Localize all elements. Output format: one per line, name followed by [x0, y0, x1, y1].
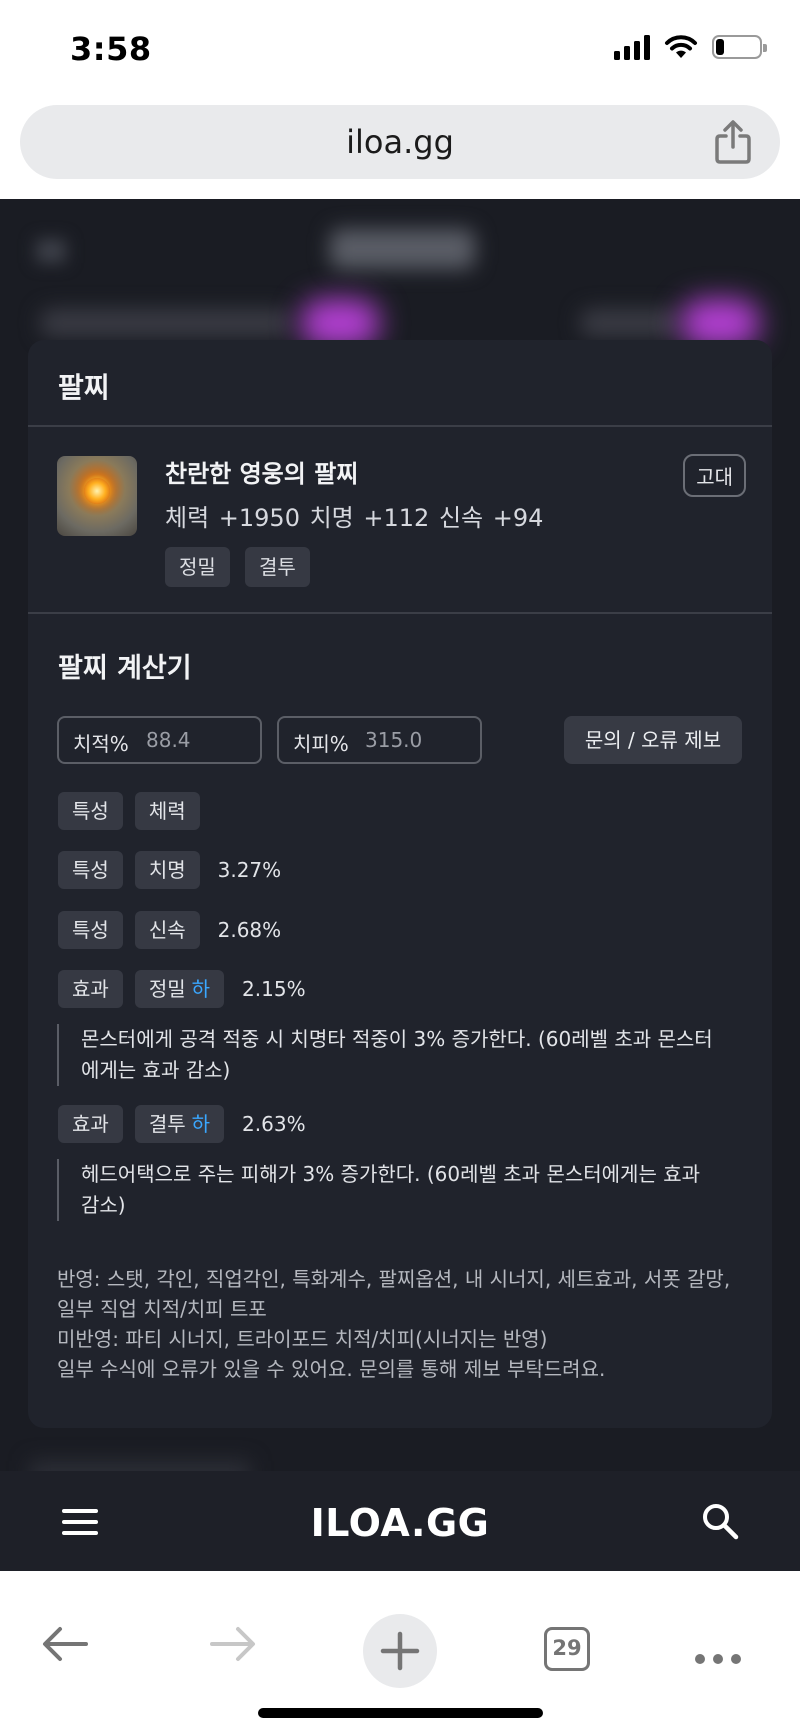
address-bar[interactable]: iloa.gg: [20, 105, 780, 179]
crit-damage-field[interactable]: 치피%: [277, 716, 482, 764]
blurred-back-icon: [36, 239, 66, 263]
effect-row: 효과 결투 하 2.63%: [58, 1105, 306, 1143]
divider: [28, 612, 772, 614]
new-tab-button[interactable]: [363, 1614, 437, 1688]
effect-name: 정밀: [148, 977, 186, 1001]
divider: [28, 425, 772, 427]
forward-button[interactable]: [203, 1614, 263, 1674]
status-icons: [614, 34, 767, 60]
bracelet-item-icon: [57, 456, 137, 536]
item-tag-precision: 정밀: [165, 547, 230, 587]
url-text: iloa.gg: [346, 123, 454, 161]
row-value: 2.68%: [217, 918, 282, 942]
back-icon: [43, 1627, 88, 1661]
stat-row: 특성 치명 3.27%: [58, 851, 281, 889]
crit-rate-input[interactable]: [146, 724, 241, 756]
home-indicator: [258, 1708, 543, 1718]
row-name-chip: 체력: [134, 792, 200, 830]
blurred-row: [40, 309, 290, 337]
share-icon[interactable]: [712, 119, 754, 165]
site-logo[interactable]: ILOA.GG: [0, 1501, 800, 1545]
row-value: 3.27%: [217, 858, 282, 882]
row-type-chip: 특성: [58, 851, 123, 889]
row-name-chip: 치명: [134, 851, 200, 889]
row-type-chip: 효과: [58, 1105, 123, 1143]
item-name: 찬란한 영웅의 팔찌: [165, 460, 359, 488]
crit-damage-label: 치피%: [293, 732, 349, 756]
row-type-chip: 효과: [58, 970, 123, 1008]
item-tag-duel: 결투: [245, 547, 310, 587]
crit-rate-field[interactable]: 치적%: [57, 716, 262, 764]
tabs-button[interactable]: 29: [544, 1627, 590, 1671]
status-time: 3:58: [70, 30, 152, 68]
footnote-not-applied: 미반영: 파티 시너지, 트라이포드 치적/치피(시너지는 반영): [57, 1327, 548, 1351]
back-button[interactable]: [35, 1614, 95, 1674]
more-icon[interactable]: [695, 1654, 741, 1664]
battery-icon: [712, 35, 767, 59]
effect-name: 결투: [148, 1112, 186, 1136]
calculator-title: 팔찌 계산기: [58, 653, 192, 684]
plus-icon: [380, 1631, 420, 1671]
browser-toolbar: 29: [0, 1571, 800, 1731]
signal-icon: [614, 34, 650, 60]
blurred-logo: [330, 229, 475, 269]
effect-description: 헤드어택으로 주는 피해가 3% 증가한다. (60레벨 초과 몬스터에게는 효…: [57, 1159, 717, 1221]
footnotes: 반영: 스탯, 각인, 직업각인, 특화계수, 팔찌옵션, 내 시너지, 세트효…: [57, 1264, 747, 1384]
blurred-row: [580, 309, 680, 337]
row-type-chip: 특성: [58, 792, 123, 830]
row-value: 2.15%: [242, 977, 306, 1001]
report-button[interactable]: 문의 / 오류 제보: [564, 716, 742, 764]
footnote-error-note: 일부 수식에 오류가 있을 수 있어요. 문의를 통해 제보 부탁드려요.: [57, 1357, 606, 1381]
stat-row: 특성 신속 2.68%: [58, 911, 281, 949]
row-name-chip: 정밀 하: [134, 970, 225, 1008]
crit-damage-input[interactable]: [365, 724, 460, 756]
forward-icon: [210, 1627, 255, 1661]
item-stats: 체력 +1950 치명 +112 신속 +94: [165, 504, 544, 532]
status-bar: 3:58: [0, 0, 800, 100]
row-type-chip: 특성: [58, 911, 123, 949]
modal-title: 팔찌: [58, 371, 110, 404]
effect-description: 몬스터에게 공격 적중 시 치명타 적중이 3% 증가한다. (60레벨 초과 …: [57, 1024, 717, 1086]
wifi-icon: [665, 35, 697, 58]
effect-grade: 하: [191, 977, 211, 1001]
site-bottom-nav: ILOA.GG: [0, 1471, 800, 1571]
crit-rate-label: 치적%: [73, 732, 129, 756]
row-name-chip: 결투 하: [134, 1105, 225, 1143]
search-icon[interactable]: [700, 1501, 740, 1541]
footnote-applied: 반영: 스탯, 각인, 직업각인, 특화계수, 팔찌옵션, 내 시너지, 세트효…: [57, 1267, 731, 1321]
row-name-chip: 신속: [134, 911, 200, 949]
grade-badge: 고대: [683, 454, 746, 497]
row-value: 2.63%: [242, 1112, 306, 1136]
bracelet-modal: 팔찌 찬란한 영웅의 팔찌 체력 +1950 치명 +112 신속 +94 고대…: [28, 340, 772, 1428]
stat-row: 특성 체력: [58, 792, 212, 830]
effect-row: 효과 정밀 하 2.15%: [58, 970, 306, 1008]
effect-grade: 하: [191, 1112, 211, 1136]
